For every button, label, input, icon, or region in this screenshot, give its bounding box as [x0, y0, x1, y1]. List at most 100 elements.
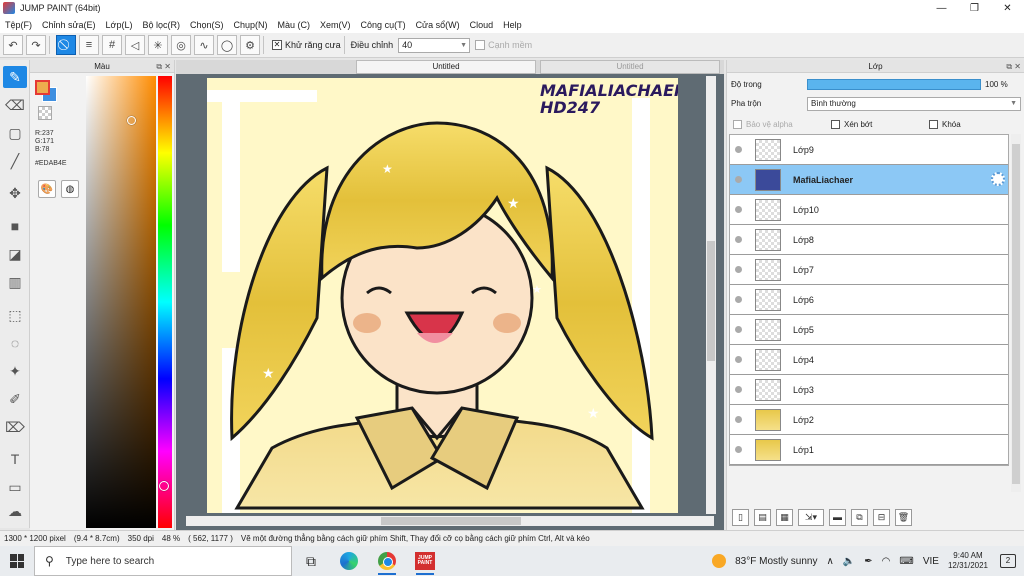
- task-view-icon[interactable]: ⧉: [292, 546, 330, 576]
- minimize-button[interactable]: —: [925, 0, 958, 16]
- rectangle-tool-icon[interactable]: ▢: [3, 122, 27, 144]
- menu-edit[interactable]: Chỉnh sửa(E): [37, 20, 101, 30]
- bucket-tool-icon[interactable]: ◪: [3, 243, 27, 265]
- select-rect-tool-icon[interactable]: ⬚: [3, 304, 27, 326]
- layer-row[interactable]: Lớp4: [730, 345, 1008, 375]
- visibility-icon[interactable]: [735, 416, 742, 423]
- tray-chevron-up-icon[interactable]: ∧: [826, 556, 833, 567]
- hue-cursor[interactable]: [159, 481, 169, 491]
- layer-scroll-thumb[interactable]: [1012, 144, 1020, 484]
- weather-text[interactable]: 83°F Mostly sunny: [735, 556, 817, 567]
- layer-row[interactable]: Lớp9: [730, 135, 1008, 165]
- menu-select[interactable]: Chọn(S): [185, 20, 229, 30]
- menu-tools[interactable]: Công cụ(T): [356, 20, 411, 30]
- menu-file[interactable]: Tệp(F): [0, 20, 37, 30]
- pen-workspace-icon[interactable]: ✒: [864, 556, 872, 567]
- snap-perspective-icon[interactable]: ◁: [125, 35, 145, 55]
- redo-icon[interactable]: ↷: [26, 35, 46, 55]
- snap-ellipse-icon[interactable]: ◯: [217, 35, 237, 55]
- clock[interactable]: 9:40 AM 12/31/2021: [948, 551, 988, 571]
- brush-tool-icon[interactable]: ✎: [3, 66, 27, 88]
- sv-cursor[interactable]: [127, 116, 136, 125]
- palette-settings-icon[interactable]: ◍: [61, 180, 79, 198]
- adjust-input[interactable]: 40 ▼: [398, 37, 471, 53]
- visibility-icon[interactable]: [735, 266, 742, 273]
- layer-settings-gear-icon[interactable]: [991, 172, 1005, 186]
- layer-row[interactable]: Lớp3: [730, 375, 1008, 405]
- smooth-edge-checkbox[interactable]: [475, 40, 486, 50]
- menu-layer[interactable]: Lớp(L): [101, 20, 138, 30]
- snap-parallel-icon[interactable]: ≡: [79, 35, 99, 55]
- visibility-icon[interactable]: [735, 236, 742, 243]
- antialias-checkbox[interactable]: ✕: [272, 40, 282, 50]
- new-text-layer-icon[interactable]: ▦: [776, 508, 793, 526]
- layer-row[interactable]: Lớp7: [730, 255, 1008, 285]
- divider-tool-icon[interactable]: ▭: [3, 476, 27, 498]
- gradient-tool-icon[interactable]: ▥: [3, 271, 27, 293]
- menu-help[interactable]: Help: [498, 20, 527, 30]
- text-tool-icon[interactable]: T: [3, 448, 27, 470]
- transparent-color-swatch[interactable]: [38, 106, 52, 120]
- close-button[interactable]: ✕: [991, 0, 1024, 16]
- clip-checkbox[interactable]: Xén bớt: [831, 120, 872, 129]
- select-eraser-tool-icon[interactable]: ⌦: [3, 416, 27, 438]
- canvas-horizontal-scrollbar[interactable]: [186, 516, 714, 526]
- line-tool-icon[interactable]: ╱: [3, 150, 27, 172]
- panel-float-close-icon[interactable]: ⧉ ✕: [1006, 60, 1021, 73]
- move-tool-icon[interactable]: ✥: [3, 182, 27, 204]
- visibility-icon[interactable]: [735, 296, 742, 303]
- tab-untitled-2[interactable]: Untitled: [540, 60, 720, 74]
- snap-grid-icon[interactable]: #: [102, 35, 122, 55]
- volume-icon[interactable]: 🔈: [843, 556, 855, 567]
- snap-circle-icon[interactable]: ◎: [171, 35, 191, 55]
- visibility-icon[interactable]: [735, 146, 742, 153]
- visibility-icon[interactable]: [735, 206, 742, 213]
- palette-icon[interactable]: 🎨: [38, 180, 56, 198]
- blend-mode-select[interactable]: Bình thường ▼: [807, 97, 1021, 111]
- visibility-icon[interactable]: [735, 446, 742, 453]
- horizontal-scroll-thumb[interactable]: [381, 517, 521, 525]
- duplicate-layer-icon[interactable]: ⧉: [851, 508, 868, 526]
- magic-wand-tool-icon[interactable]: ✦: [3, 360, 27, 382]
- undo-icon[interactable]: ↶: [3, 35, 23, 55]
- network-wifi-icon[interactable]: ◠: [882, 556, 891, 567]
- menu-filter[interactable]: Bộ lọc(R): [137, 20, 185, 30]
- jump-paint-taskbar-icon[interactable]: JUMP PAINT: [406, 546, 444, 576]
- delete-layer-icon[interactable]: 🗑: [895, 508, 912, 526]
- protect-alpha-checkbox[interactable]: Bảo vệ alpha: [733, 120, 793, 129]
- eraser-tool-icon[interactable]: ⌫: [3, 94, 27, 116]
- opacity-slider[interactable]: [807, 79, 981, 90]
- snap-curve-icon[interactable]: ∿: [194, 35, 214, 55]
- keyboard-icon[interactable]: ⌨: [899, 556, 913, 567]
- canvas-vertical-scrollbar[interactable]: [706, 76, 716, 514]
- menu-color[interactable]: Màu (C): [273, 20, 316, 30]
- saturation-value-picker[interactable]: [86, 76, 156, 528]
- menu-window[interactable]: Cửa sổ(W): [411, 20, 465, 30]
- merge-layer-icon[interactable]: ⊟: [873, 508, 890, 526]
- cloud-tool-icon[interactable]: ☁: [3, 500, 27, 522]
- vertical-scroll-thumb[interactable]: [707, 241, 715, 361]
- layer-row[interactable]: Lớp5: [730, 315, 1008, 345]
- menu-view[interactable]: Xem(V): [315, 20, 356, 30]
- lock-checkbox[interactable]: Khóa: [929, 120, 961, 129]
- menu-cloud[interactable]: Cloud: [465, 20, 499, 30]
- restore-button[interactable]: ❐: [958, 0, 991, 16]
- panel-float-close-icon[interactable]: ⧉ ✕: [156, 60, 171, 73]
- layer-row[interactable]: Lớp8: [730, 225, 1008, 255]
- hue-slider[interactable]: [158, 76, 172, 528]
- language-indicator[interactable]: VIE: [923, 556, 939, 567]
- snap-radial-icon[interactable]: ✳: [148, 35, 168, 55]
- layer-row-selected[interactable]: MafiaLiachaer: [730, 165, 1008, 195]
- layer-list-scrollbar[interactable]: [1011, 134, 1021, 492]
- snap-settings-icon[interactable]: ⚙: [240, 35, 260, 55]
- edge-browser-icon[interactable]: [330, 546, 368, 576]
- visibility-icon[interactable]: [735, 176, 742, 183]
- lasso-tool-icon[interactable]: ◌: [3, 332, 27, 354]
- new-layer-type-icon[interactable]: ▤: [754, 508, 771, 526]
- drawing-canvas[interactable]: ★ ★ ★ ★ ★ MAFIALIACHAER HD247: [207, 78, 678, 513]
- new-layer-icon[interactable]: ▯: [732, 508, 749, 526]
- foreground-color-swatch[interactable]: [35, 80, 50, 95]
- menu-capture[interactable]: Chụp(N): [229, 20, 273, 30]
- start-button[interactable]: [0, 546, 34, 576]
- taskbar-search[interactable]: ⚲ Type here to search: [34, 546, 292, 576]
